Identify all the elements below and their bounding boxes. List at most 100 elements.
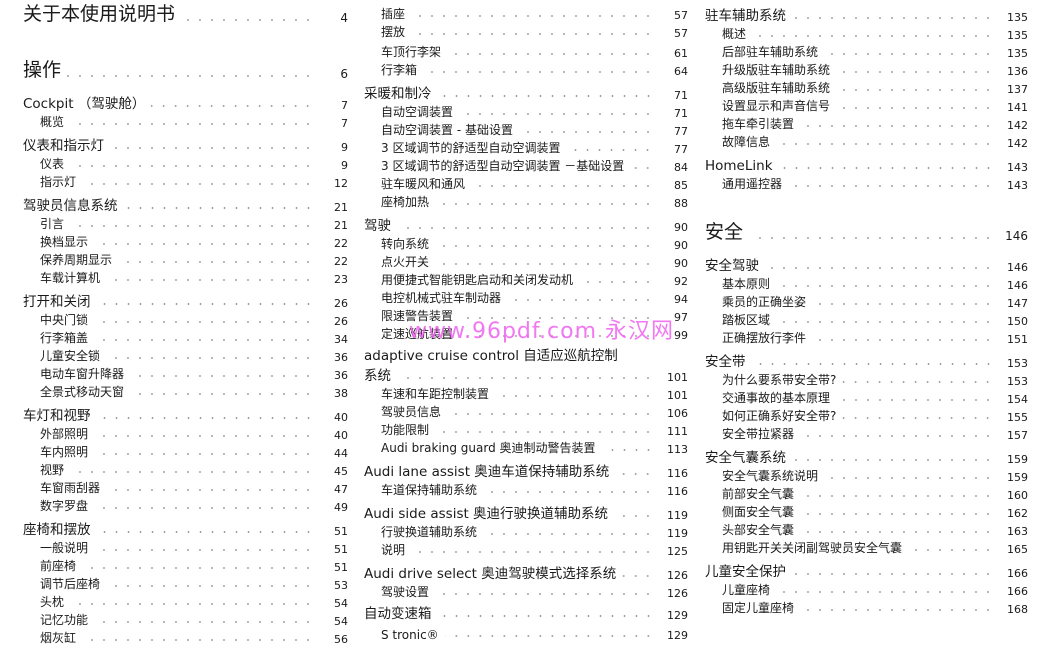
toc-subentry[interactable]: 概览 7 bbox=[23, 114, 348, 130]
toc-subentry[interactable]: 儿童安全锁 36 bbox=[23, 348, 348, 364]
toc-chapter[interactable]: adaptive cruise control 自适应巡航控制 bbox=[364, 346, 688, 364]
toc-chapter[interactable]: 采暖和制冷 71 bbox=[364, 84, 688, 102]
toc-subentry[interactable]: 车道保持辅助系统 116 bbox=[364, 482, 688, 498]
toc-subentry[interactable]: 用钥匙开关关闭副驾驶员安全气囊 165 bbox=[705, 540, 1028, 556]
toc-subentry[interactable]: 行驶换道辅助系统 119 bbox=[364, 524, 688, 540]
toc-subentry[interactable]: 故障信息 142 bbox=[705, 134, 1028, 150]
toc-subentry[interactable]: 座椅加热 88 bbox=[364, 194, 688, 210]
toc-subentry[interactable]: 行李箱 64 bbox=[364, 62, 688, 78]
toc-chapter[interactable]: 打开和关闭 26 bbox=[23, 292, 348, 310]
toc-page-number: 166 bbox=[1007, 567, 1028, 580]
toc-subentry[interactable]: 正确摆放行李件 151 bbox=[705, 330, 1028, 346]
toc-part-heading[interactable]: 关于本使用说明书 4 bbox=[23, 2, 348, 26]
toc-subentry[interactable]: 概述 135 bbox=[705, 26, 1028, 42]
toc-subentry[interactable]: 拖车牵引装置 142 bbox=[705, 116, 1028, 132]
toc-chapter[interactable]: 安全气囊系统 159 bbox=[705, 448, 1028, 466]
toc-subentry[interactable]: 记忆功能 54 bbox=[23, 612, 348, 628]
toc-subentry[interactable]: 自动空调装置 - 基础设置 77 bbox=[364, 122, 688, 138]
toc-subentry[interactable]: 3 区域调节的舒适型自动空调装置 77 bbox=[364, 140, 688, 156]
toc-subentry[interactable]: 驾驶设置 126 bbox=[364, 584, 688, 600]
toc-subentry[interactable]: 踏板区域 150 bbox=[705, 312, 1028, 328]
toc-chapter[interactable]: 座椅和摆放 51 bbox=[23, 520, 348, 538]
toc-subentry[interactable]: 说明 125 bbox=[364, 542, 688, 558]
toc-subentry[interactable]: 行李箱盖 34 bbox=[23, 330, 348, 346]
toc-entry-title: 为什么要系带安全带? bbox=[722, 373, 837, 387]
toc-subentry[interactable]: 安全气囊系统说明 159 bbox=[705, 468, 1028, 484]
toc-chapter[interactable]: 儿童安全保护 166 bbox=[705, 562, 1028, 580]
toc-subentry[interactable]: 摆放 57 bbox=[364, 24, 688, 40]
toc-subentry[interactable]: 儿童座椅 166 bbox=[705, 582, 1028, 598]
toc-subentry[interactable]: 升级版驻车辅助系统 136 bbox=[705, 62, 1028, 78]
toc-chapter[interactable]: 驾驶员信息系统 21 bbox=[23, 196, 348, 214]
toc-subentry[interactable]: 功能限制 111 bbox=[364, 422, 688, 438]
toc-subentry[interactable]: 外部照明 40 bbox=[23, 426, 348, 442]
toc-subentry[interactable]: 转向系统 90 bbox=[364, 236, 688, 252]
dot-leader bbox=[70, 163, 314, 169]
toc-subentry[interactable]: 中央门锁 26 bbox=[23, 312, 348, 328]
toc-subentry[interactable]: 后部驻车辅助系统 135 bbox=[705, 44, 1028, 60]
toc-subentry[interactable]: 全景式移动天窗 38 bbox=[23, 384, 348, 400]
toc-subentry[interactable]: 视野 45 bbox=[23, 462, 348, 478]
toc-chapter[interactable]: Audi lane assist 奥迪车道保持辅助系统 116 bbox=[364, 462, 688, 480]
toc-subentry[interactable]: 头部安全气囊 163 bbox=[705, 522, 1028, 538]
toc-subentry[interactable]: Audi braking guard 奥迪制动警告装置 113 bbox=[364, 440, 688, 456]
dot-leader bbox=[776, 589, 994, 595]
toc-subentry[interactable]: 车内照明 44 bbox=[23, 444, 348, 460]
toc-chapter[interactable]: Audi drive select 奥迪驾驶模式选择系统 126 bbox=[364, 564, 688, 582]
toc-subentry[interactable]: 前部安全气囊 160 bbox=[705, 486, 1028, 502]
dot-leader bbox=[96, 301, 314, 307]
toc-subentry[interactable]: S tronic® 129 bbox=[364, 626, 688, 642]
toc-subentry[interactable]: 一般说明 51 bbox=[23, 540, 348, 556]
toc-subentry[interactable]: 为什么要系带安全带? 153 bbox=[705, 372, 1028, 388]
toc-subentry[interactable]: 通用遥控器 143 bbox=[705, 176, 1028, 192]
toc-subentry[interactable]: 烟灰缸 56 bbox=[23, 630, 348, 646]
toc-part-heading[interactable]: 操作 6 bbox=[23, 58, 348, 82]
toc-chapter[interactable]: 车灯和视野 40 bbox=[23, 406, 348, 424]
dot-leader bbox=[622, 573, 654, 579]
toc-subentry[interactable]: 如何正确系好安全带? 155 bbox=[705, 408, 1028, 424]
toc-subentry[interactable]: 驾驶员信息 106 bbox=[364, 404, 688, 420]
toc-subentry[interactable]: 头枕 54 bbox=[23, 594, 348, 610]
toc-subentry[interactable]: 车载计算机 23 bbox=[23, 270, 348, 286]
toc-chapter[interactable]: 自动变速箱 129 bbox=[364, 604, 688, 622]
toc-chapter[interactable]: 驻车辅助系统 135 bbox=[705, 6, 1028, 24]
toc-subentry[interactable]: 设置显示和声音信号 141 bbox=[705, 98, 1028, 114]
toc-subentry[interactable]: 调节后座椅 53 bbox=[23, 576, 348, 592]
dot-leader bbox=[812, 301, 994, 307]
toc-part-heading[interactable]: 安全 146 bbox=[705, 220, 1028, 244]
toc-subentry[interactable]: 保养周期显示 22 bbox=[23, 252, 348, 268]
toc-chapter[interactable]: 仪表和指示灯 9 bbox=[23, 136, 348, 154]
toc-subentry[interactable]: 电控机械式驻车制动器 94 bbox=[364, 290, 688, 306]
toc-subentry[interactable]: 引言 21 bbox=[23, 216, 348, 232]
toc-subentry[interactable]: 固定儿童座椅 168 bbox=[705, 600, 1028, 616]
toc-subentry[interactable]: 电动车窗升降器 36 bbox=[23, 366, 348, 382]
toc-chapter[interactable]: 安全带 153 bbox=[705, 352, 1028, 370]
toc-chapter[interactable]: 驾驶 90 bbox=[364, 216, 688, 234]
toc-subentry[interactable]: 侧面安全气囊 162 bbox=[705, 504, 1028, 520]
toc-chapter[interactable]: Audi side assist 奥迪行驶换道辅助系统 119 bbox=[364, 504, 688, 522]
toc-subentry[interactable]: 指示灯 12 bbox=[23, 174, 348, 190]
toc-subentry[interactable]: 基本原则 146 bbox=[705, 276, 1028, 292]
toc-subentry[interactable]: 仪表 9 bbox=[23, 156, 348, 172]
toc-chapter[interactable]: 系统 101 bbox=[364, 366, 688, 384]
toc-subentry[interactable]: 数字罗盘 49 bbox=[23, 498, 348, 514]
toc-subentry[interactable]: 换档显示 22 bbox=[23, 234, 348, 250]
toc-subentry[interactable]: 交通事故的基本原理 154 bbox=[705, 390, 1028, 406]
toc-subentry[interactable]: 高级版驻车辅助系统 137 bbox=[705, 80, 1028, 96]
toc-subentry[interactable]: 自动空调装置 71 bbox=[364, 104, 688, 120]
toc-subentry[interactable]: 驻车暖风和通风 85 bbox=[364, 176, 688, 192]
dot-leader bbox=[94, 433, 314, 439]
toc-subentry[interactable]: 3 区域调节的舒适型自动空调装置 －基础设置 84 bbox=[364, 158, 688, 174]
toc-subentry[interactable]: 车速和车距控制装置 101 bbox=[364, 386, 688, 402]
toc-subentry[interactable]: 插座 57 bbox=[364, 6, 688, 22]
toc-chapter[interactable]: Cockpit （驾驶舱） 7 bbox=[23, 94, 348, 112]
toc-subentry[interactable]: 安全带拉紧器 157 bbox=[705, 426, 1028, 442]
toc-subentry[interactable]: 用便捷式智能钥匙启动和关闭发动机 92 bbox=[364, 272, 688, 288]
toc-subentry[interactable]: 乘员的正确坐姿 147 bbox=[705, 294, 1028, 310]
toc-subentry[interactable]: 车窗雨刮器 47 bbox=[23, 480, 348, 496]
toc-subentry[interactable]: 点火开关 90 bbox=[364, 254, 688, 270]
toc-subentry[interactable]: 前座椅 51 bbox=[23, 558, 348, 574]
toc-subentry[interactable]: 车顶行李架 61 bbox=[364, 44, 688, 60]
toc-chapter[interactable]: HomeLink 143 bbox=[705, 156, 1028, 174]
toc-chapter[interactable]: 安全驾驶 146 bbox=[705, 256, 1028, 274]
